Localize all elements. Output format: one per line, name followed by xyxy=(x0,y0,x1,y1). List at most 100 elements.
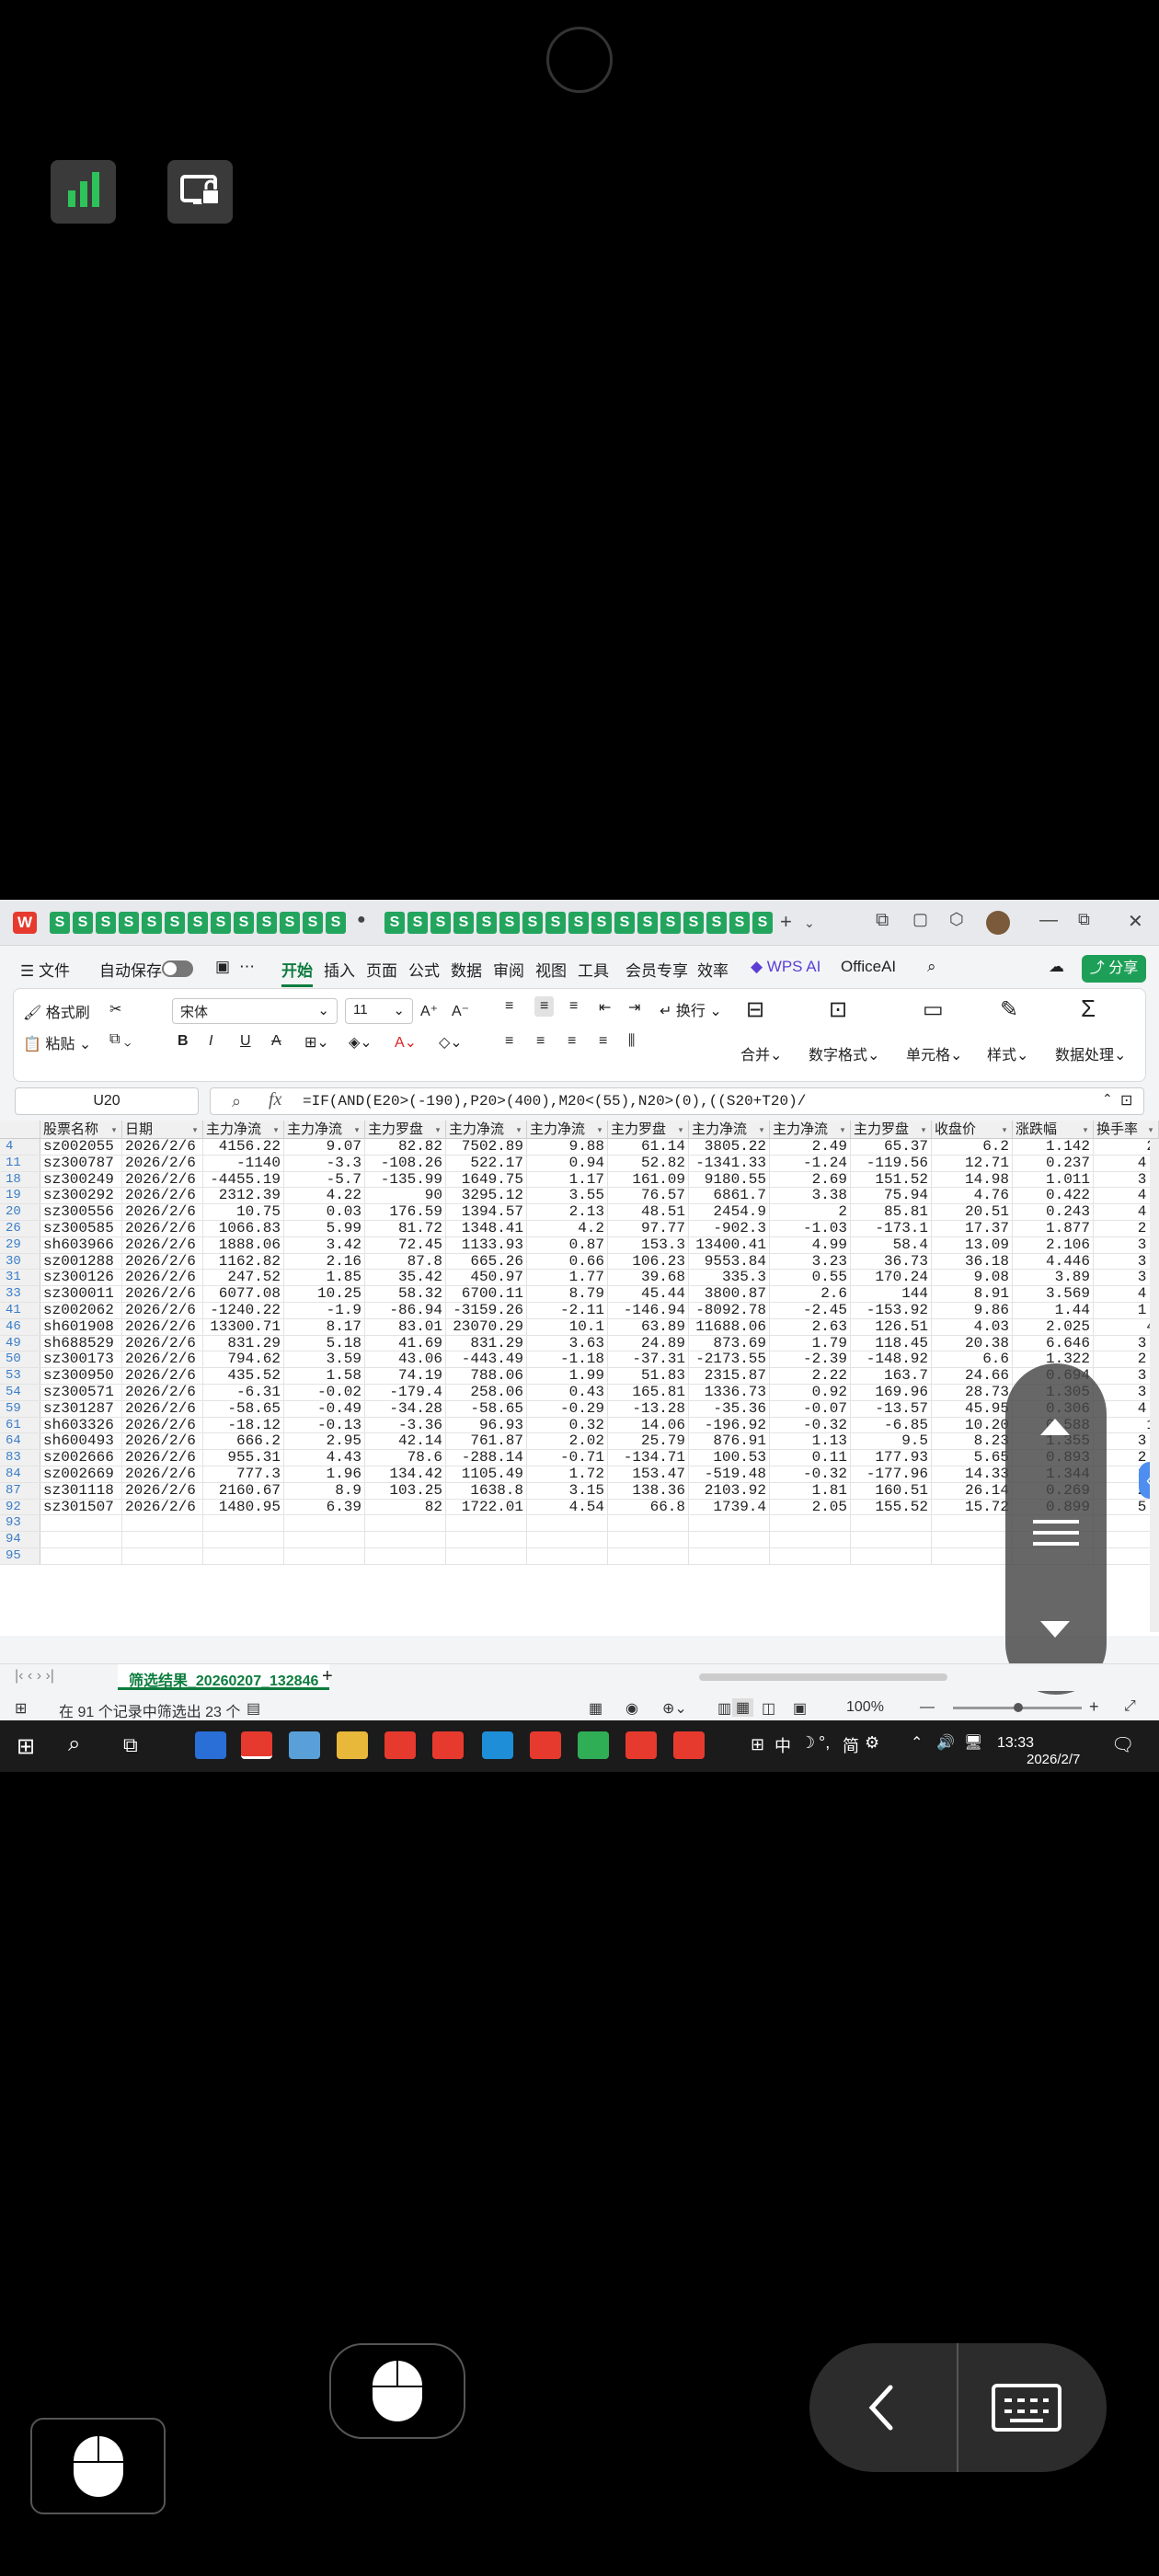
table-cell[interactable]: 72.45 xyxy=(365,1236,446,1253)
style-icon[interactable]: ✎ xyxy=(1000,996,1018,1023)
row-number[interactable]: 31 xyxy=(0,1270,40,1286)
formula-input[interactable]: =IF(AND(E20>(-190),P20>(400),M20<(55),N2… xyxy=(210,1087,1144,1115)
table-cell[interactable]: 2454.9 xyxy=(689,1204,770,1220)
table-cell[interactable]: 2.106 xyxy=(1013,1236,1094,1253)
table-cell[interactable]: 176.59 xyxy=(365,1204,446,1220)
table-cell[interactable]: -58.65 xyxy=(203,1400,284,1417)
scroll-down-icon[interactable] xyxy=(1040,1621,1070,1638)
table-cell[interactable]: 2026/2/6 xyxy=(122,1417,203,1433)
number-format-icon[interactable]: ⊡ xyxy=(829,996,847,1023)
table-cell[interactable]: 9553.84 xyxy=(689,1253,770,1270)
cloud-icon[interactable]: ☁ xyxy=(1049,958,1064,976)
table-cell[interactable]: 13300.71 xyxy=(203,1318,284,1335)
table-cell[interactable]: 3805.22 xyxy=(689,1139,770,1155)
table-cell[interactable]: 82.82 xyxy=(365,1139,446,1155)
table-cell[interactable]: 1638.8 xyxy=(446,1482,527,1499)
table-cell[interactable]: sh600493 xyxy=(40,1433,122,1450)
table-cell[interactable]: 0.03 xyxy=(284,1204,365,1220)
scroll-up-icon[interactable] xyxy=(1040,1419,1070,1435)
table-cell[interactable]: 2026/2/6 xyxy=(122,1318,203,1335)
table-cell[interactable]: 666.2 xyxy=(203,1433,284,1450)
copy-icon[interactable]: ⧉ ⌄ xyxy=(109,1031,131,1048)
table-cell[interactable]: 6700.11 xyxy=(446,1286,527,1302)
table-cell[interactable]: 2026/2/6 xyxy=(122,1139,203,1155)
column-header[interactable]: 日期 ▾ xyxy=(122,1121,203,1139)
table-cell[interactable]: -3159.26 xyxy=(446,1303,527,1318)
zoom-slider[interactable] xyxy=(953,1703,1082,1712)
autosave-toggle[interactable] xyxy=(162,960,193,977)
table-cell[interactable]: -1.18 xyxy=(527,1351,608,1368)
table-cell[interactable]: 20.51 xyxy=(932,1204,1013,1220)
table-cell[interactable]: 12.71 xyxy=(932,1155,1013,1171)
table-cell[interactable]: 9.88 xyxy=(527,1139,608,1155)
formula-expand-icon[interactable]: ⊡ xyxy=(1120,1091,1132,1110)
table-cell[interactable]: 0.92 xyxy=(770,1385,851,1400)
row-number[interactable]: 19 xyxy=(0,1188,40,1204)
table-cell[interactable] xyxy=(446,1548,527,1564)
table-cell[interactable]: 2026/2/6 xyxy=(122,1433,203,1450)
table-cell[interactable]: 23070.29 xyxy=(446,1318,527,1335)
table-cell[interactable] xyxy=(365,1532,446,1547)
filter-dropdown-icon[interactable]: ▾ xyxy=(189,1124,201,1135)
font-name-select[interactable]: 宋体 ⌄ xyxy=(172,998,338,1024)
moon-icon[interactable]: ☽ xyxy=(800,1733,815,1753)
table-cell[interactable] xyxy=(851,1515,932,1532)
table-cell[interactable]: 20.38 xyxy=(932,1335,1013,1351)
doc-tab-13[interactable]: S xyxy=(326,912,346,934)
print-view-icon[interactable]: ▥ xyxy=(717,1699,731,1718)
table-cell[interactable]: -0.07 xyxy=(770,1400,851,1417)
merge-icon[interactable]: ⊟ xyxy=(746,996,764,1023)
wps-taskbar-icon[interactable] xyxy=(241,1731,272,1759)
table-cell[interactable]: sz300173 xyxy=(40,1351,122,1368)
column-header[interactable]: 主力净流 ▾ xyxy=(689,1121,770,1139)
doc-tab-12[interactable]: S xyxy=(303,912,323,934)
table-cell[interactable]: 2026/2/6 xyxy=(122,1204,203,1220)
mouse-mode-button[interactable] xyxy=(329,2343,465,2439)
table-cell[interactable]: 9180.55 xyxy=(689,1171,770,1188)
row-number[interactable]: 11 xyxy=(0,1155,40,1171)
table-cell[interactable]: 48.51 xyxy=(608,1204,689,1220)
row-number[interactable]: 95 xyxy=(0,1548,40,1564)
indent-increase-icon[interactable]: ⇥ xyxy=(628,998,640,1017)
doc-tab-9[interactable]: S xyxy=(234,912,254,934)
table-cell[interactable]: -34.28 xyxy=(365,1400,446,1417)
table-cell[interactable]: 78.6 xyxy=(365,1450,446,1466)
table-cell[interactable]: 17.37 xyxy=(932,1221,1013,1236)
table-cell[interactable]: 2.025 xyxy=(1013,1318,1094,1335)
row-number[interactable]: 64 xyxy=(0,1433,40,1450)
table-cell[interactable]: 2.13 xyxy=(527,1204,608,1220)
table-cell[interactable] xyxy=(608,1532,689,1547)
table-cell[interactable]: 6.39 xyxy=(284,1499,365,1515)
wps-icon-3[interactable] xyxy=(432,1731,464,1759)
doc-tab-24[interactable]: S xyxy=(614,912,635,934)
decrease-font-icon[interactable]: A⁻ xyxy=(452,1002,469,1020)
page-view-icon[interactable]: ▣ xyxy=(793,1699,807,1718)
table-cell[interactable]: 90 xyxy=(365,1188,446,1204)
sheet-tab-active[interactable]: 筛选结果_20260207_132846 xyxy=(118,1664,330,1690)
tab-insert[interactable]: 插入 xyxy=(324,958,355,981)
close-icon[interactable]: ✕ xyxy=(1128,910,1143,933)
table-cell[interactable]: 0.11 xyxy=(770,1450,851,1466)
indent-decrease-icon[interactable]: ⇤ xyxy=(599,998,611,1017)
table-cell[interactable]: 1.79 xyxy=(770,1335,851,1351)
clear-icon[interactable]: ◇⌄ xyxy=(439,1033,463,1052)
table-cell[interactable]: 876.91 xyxy=(689,1433,770,1450)
table-cell[interactable]: 788.06 xyxy=(446,1368,527,1384)
tab-wps-ai[interactable]: ◆ WPS AI xyxy=(751,958,820,976)
punct-icon[interactable]: °, xyxy=(819,1733,830,1753)
table-cell[interactable]: 24.66 xyxy=(932,1368,1013,1384)
table-cell[interactable]: 83.01 xyxy=(365,1318,446,1335)
table-cell[interactable]: 58.4 xyxy=(851,1236,932,1253)
folder-icon[interactable] xyxy=(337,1731,368,1759)
table-cell[interactable] xyxy=(446,1515,527,1532)
table-cell[interactable] xyxy=(689,1515,770,1532)
table-cell[interactable]: 2026/2/6 xyxy=(122,1351,203,1368)
style-button[interactable]: 样式⌄ xyxy=(987,1042,1028,1064)
filter-dropdown-icon[interactable]: ▾ xyxy=(1080,1124,1091,1135)
table-cell[interactable]: 61.14 xyxy=(608,1139,689,1155)
table-cell[interactable]: 58.32 xyxy=(365,1286,446,1302)
table-cell[interactable]: -1140 xyxy=(203,1155,284,1171)
table-cell[interactable]: -86.94 xyxy=(365,1303,446,1318)
doc-tab-28[interactable]: S xyxy=(706,912,727,934)
table-cell[interactable] xyxy=(40,1532,122,1547)
